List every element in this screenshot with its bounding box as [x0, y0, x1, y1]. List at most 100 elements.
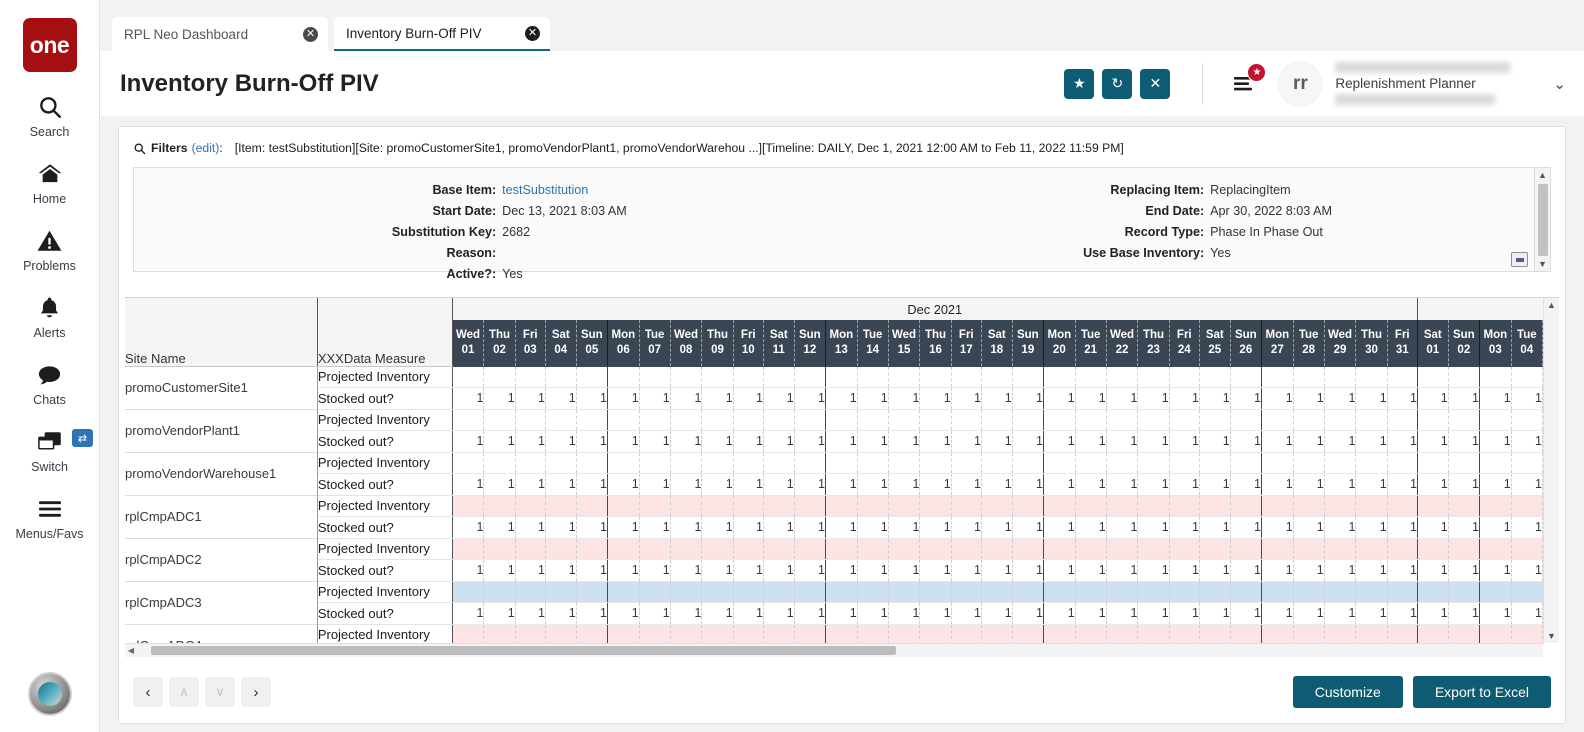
data-cell-projected-inventory[interactable] — [1199, 581, 1230, 603]
data-cell-projected-inventory[interactable] — [888, 581, 920, 603]
switch-badge-icon[interactable]: ⇄ — [72, 429, 93, 447]
data-cell-projected-inventory[interactable] — [639, 452, 670, 474]
close-icon[interactable]: ✕ — [303, 27, 318, 42]
data-cell-stocked-out[interactable]: 1 — [1169, 474, 1199, 496]
scrollbar-thumb[interactable] — [1538, 184, 1548, 256]
data-cell-stocked-out[interactable]: 1 — [452, 603, 484, 625]
data-cell-projected-inventory[interactable] — [1356, 452, 1387, 474]
data-cell-stocked-out[interactable]: 1 — [1230, 474, 1261, 496]
data-cell-projected-inventory[interactable] — [484, 624, 515, 643]
data-cell-projected-inventory[interactable] — [794, 409, 825, 431]
data-cell-projected-inventory[interactable] — [857, 624, 888, 643]
data-cell-stocked-out[interactable]: 1 — [920, 603, 951, 625]
data-cell-projected-inventory[interactable] — [670, 624, 702, 643]
data-cell-projected-inventory[interactable] — [1480, 495, 1512, 517]
data-cell-stocked-out[interactable]: 1 — [733, 603, 763, 625]
collapse-panel-button[interactable] — [1511, 252, 1528, 267]
scroll-up-icon[interactable]: ▲ — [1547, 298, 1556, 312]
data-cell-stocked-out[interactable]: 1 — [1293, 560, 1324, 582]
data-cell-projected-inventory[interactable] — [484, 581, 515, 603]
data-cell-projected-inventory[interactable] — [608, 366, 640, 388]
data-cell-projected-inventory[interactable] — [1324, 409, 1356, 431]
data-cell-projected-inventory[interactable] — [670, 581, 702, 603]
data-cell-projected-inventory[interactable] — [1044, 366, 1076, 388]
data-cell-stocked-out[interactable]: 1 — [452, 560, 484, 582]
data-cell-projected-inventory[interactable] — [1106, 538, 1138, 560]
data-cell-projected-inventory[interactable] — [857, 538, 888, 560]
data-cell-stocked-out[interactable]: 1 — [484, 474, 515, 496]
site-name-cell[interactable]: rplCmpADC3 — [125, 581, 317, 624]
data-cell-stocked-out[interactable]: 1 — [857, 517, 888, 539]
data-cell-projected-inventory[interactable] — [1356, 581, 1387, 603]
data-cell-stocked-out[interactable]: 1 — [702, 388, 733, 410]
data-cell-stocked-out[interactable]: 1 — [1511, 431, 1542, 453]
data-cell-projected-inventory[interactable] — [639, 409, 670, 431]
data-cell-projected-inventory[interactable] — [1169, 538, 1199, 560]
data-cell-stocked-out[interactable]: 1 — [1044, 431, 1076, 453]
data-cell-stocked-out[interactable]: 1 — [826, 431, 858, 453]
data-cell-projected-inventory[interactable] — [1199, 624, 1230, 643]
data-cell-projected-inventory[interactable] — [1106, 366, 1138, 388]
data-cell-projected-inventory[interactable] — [1230, 409, 1261, 431]
column-header-day[interactable]: Mon20 — [1044, 320, 1076, 366]
brand-logo[interactable]: one — [23, 18, 77, 72]
tab-inventory-burn-off-piv[interactable]: Inventory Burn-Off PIV ✕ — [334, 17, 550, 51]
data-cell-projected-inventory[interactable] — [670, 366, 702, 388]
data-cell-stocked-out[interactable]: 1 — [826, 388, 858, 410]
data-cell-stocked-out[interactable]: 1 — [608, 560, 640, 582]
data-cell-stocked-out[interactable]: 1 — [1448, 474, 1479, 496]
data-cell-projected-inventory[interactable] — [1448, 366, 1479, 388]
data-cell-stocked-out[interactable]: 1 — [639, 560, 670, 582]
data-cell-stocked-out[interactable]: 1 — [576, 603, 607, 625]
data-cell-projected-inventory[interactable] — [733, 581, 763, 603]
column-header-day[interactable]: Thu16 — [920, 320, 951, 366]
column-header-day[interactable]: Mon27 — [1262, 320, 1294, 366]
data-cell-projected-inventory[interactable] — [545, 409, 576, 431]
data-cell-projected-inventory[interactable] — [1199, 366, 1230, 388]
data-cell-projected-inventory[interactable] — [608, 409, 640, 431]
data-cell-projected-inventory[interactable] — [1480, 581, 1512, 603]
data-cell-projected-inventory[interactable] — [576, 538, 607, 560]
data-cell-stocked-out[interactable]: 1 — [1356, 560, 1387, 582]
column-header-day[interactable]: Wed01 — [452, 320, 484, 366]
data-cell-projected-inventory[interactable] — [1230, 452, 1261, 474]
data-cell-stocked-out[interactable]: 1 — [763, 560, 794, 582]
data-cell-projected-inventory[interactable] — [857, 366, 888, 388]
data-cell-stocked-out[interactable]: 1 — [1511, 517, 1542, 539]
data-cell-stocked-out[interactable]: 1 — [1199, 431, 1230, 453]
data-cell-stocked-out[interactable]: 1 — [1417, 431, 1448, 453]
data-cell-stocked-out[interactable]: 1 — [1169, 388, 1199, 410]
data-cell-projected-inventory[interactable] — [1012, 366, 1043, 388]
data-cell-projected-inventory[interactable] — [702, 581, 733, 603]
sidebar-item-menus-favs[interactable]: Menus/Favs — [0, 494, 99, 541]
data-cell-stocked-out[interactable]: 1 — [1106, 560, 1138, 582]
data-cell-projected-inventory[interactable] — [1417, 624, 1448, 643]
data-cell-projected-inventory[interactable] — [670, 409, 702, 431]
data-cell-projected-inventory[interactable] — [1106, 624, 1138, 643]
data-cell-stocked-out[interactable]: 1 — [888, 560, 920, 582]
data-cell-projected-inventory[interactable] — [857, 495, 888, 517]
data-cell-stocked-out[interactable]: 1 — [1138, 474, 1169, 496]
data-cell-stocked-out[interactable]: 1 — [639, 603, 670, 625]
data-cell-stocked-out[interactable]: 1 — [1106, 603, 1138, 625]
data-cell-stocked-out[interactable]: 1 — [576, 431, 607, 453]
data-cell-stocked-out[interactable]: 1 — [1044, 603, 1076, 625]
data-cell-projected-inventory[interactable] — [1012, 538, 1043, 560]
data-cell-projected-inventory[interactable] — [1324, 366, 1356, 388]
scrollbar-thumb[interactable] — [151, 646, 896, 655]
data-cell-stocked-out[interactable]: 1 — [888, 517, 920, 539]
data-cell-stocked-out[interactable]: 1 — [670, 388, 702, 410]
data-cell-stocked-out[interactable]: 1 — [1138, 388, 1169, 410]
data-cell-stocked-out[interactable]: 1 — [484, 431, 515, 453]
data-cell-projected-inventory[interactable] — [608, 581, 640, 603]
site-name-cell[interactable]: rplCmpADC2 — [125, 538, 317, 581]
data-cell-projected-inventory[interactable] — [1293, 581, 1324, 603]
data-cell-projected-inventory[interactable] — [763, 538, 794, 560]
data-cell-stocked-out[interactable]: 1 — [920, 431, 951, 453]
data-cell-stocked-out[interactable]: 1 — [1511, 560, 1542, 582]
data-cell-stocked-out[interactable]: 1 — [484, 560, 515, 582]
data-cell-projected-inventory[interactable] — [1075, 538, 1106, 560]
data-cell-stocked-out[interactable]: 1 — [981, 474, 1012, 496]
column-header-day[interactable]: Sun26 — [1230, 320, 1261, 366]
data-cell-stocked-out[interactable]: 1 — [1106, 517, 1138, 539]
